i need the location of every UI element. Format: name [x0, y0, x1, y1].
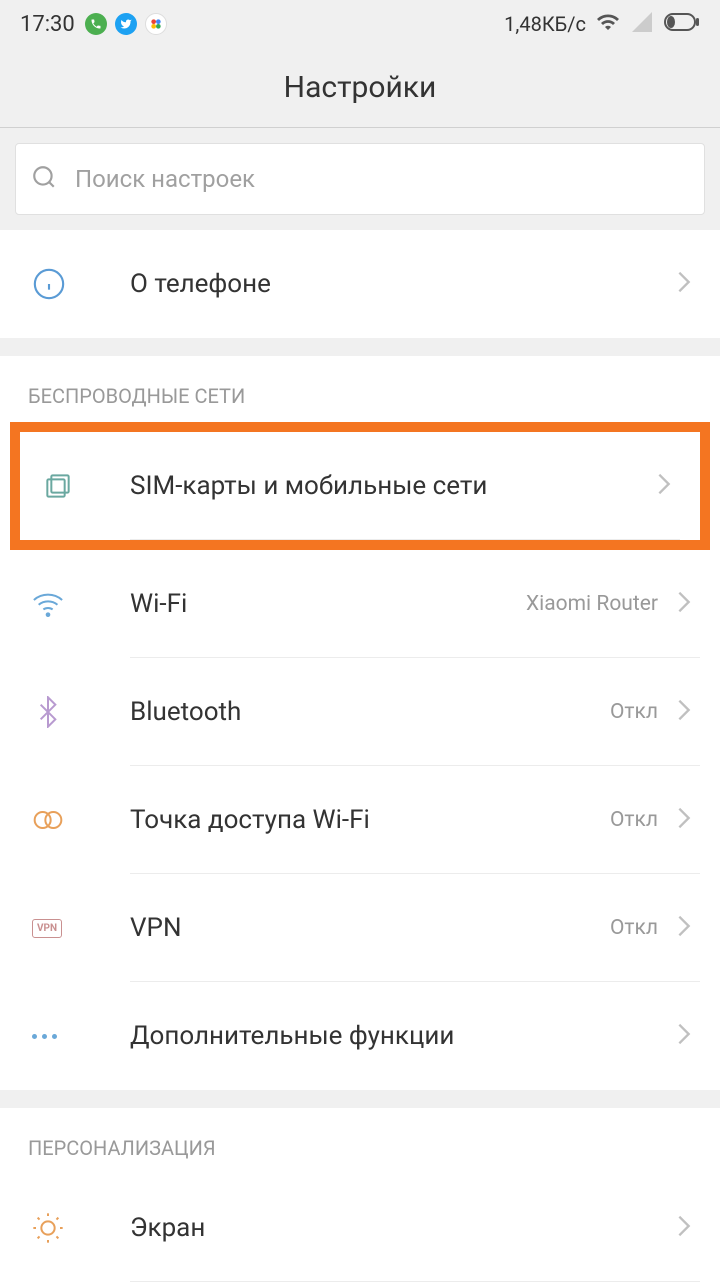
sim-highlight: SIM-карты и мобильные сети: [10, 422, 710, 550]
chevron-right-icon: [676, 1212, 692, 1244]
chevron-right-icon: [676, 912, 692, 944]
vpn-label: VPN: [130, 913, 182, 943]
more-item[interactable]: Дополнительные функции: [0, 982, 720, 1090]
wireless-section-header: БЕСПРОВОДНЫЕ СЕТИ: [0, 356, 720, 422]
info-icon: [20, 267, 130, 301]
display-item[interactable]: Экран: [0, 1174, 720, 1282]
vpn-value: Откл: [610, 916, 658, 940]
chevron-right-icon: [676, 804, 692, 836]
page-title: Настройки: [284, 70, 437, 105]
chevron-right-icon: [676, 268, 692, 300]
wifi-icon: [20, 588, 130, 620]
personalization-section-header: ПЕРСОНАЛИЗАЦИЯ: [0, 1108, 720, 1174]
battery-icon: [664, 13, 700, 35]
hotspot-value: Откл: [610, 808, 658, 832]
sim-label: SIM-карты и мобильные сети: [130, 471, 487, 501]
wifi-label: Wi-Fi: [130, 589, 187, 619]
vpn-item[interactable]: VPN VPN Откл: [0, 874, 720, 982]
wifi-icon: [596, 10, 620, 38]
about-phone-label: О телефоне: [130, 269, 271, 299]
chevron-right-icon: [676, 696, 692, 728]
chevron-right-icon: [676, 588, 692, 620]
data-speed: 1,48КБ/с: [504, 12, 586, 36]
chevron-right-icon: [656, 470, 672, 502]
personalization-section: ПЕРСОНАЛИЗАЦИЯ Экран: [0, 1108, 720, 1282]
search-container: [0, 128, 720, 230]
sim-item[interactable]: SIM-карты и мобильные сети: [20, 432, 700, 540]
search-icon: [31, 164, 57, 194]
app-header: Настройки: [0, 48, 720, 128]
more-label: Дополнительные функции: [130, 1021, 454, 1051]
whatsapp-icon: [85, 13, 107, 35]
bluetooth-icon: [20, 696, 130, 728]
bluetooth-item[interactable]: Bluetooth Откл: [0, 658, 720, 766]
signal-icon: [630, 10, 654, 38]
status-time: 17:30: [20, 12, 75, 37]
status-notification-icons: [85, 13, 167, 35]
bluetooth-value: Откл: [610, 700, 658, 724]
display-icon: [20, 1212, 130, 1244]
sim-icon: [30, 470, 130, 502]
vpn-icon: VPN: [20, 919, 130, 938]
wifi-value: Xiaomi Router: [526, 592, 658, 616]
about-phone-section: О телефоне: [0, 230, 720, 338]
wifi-item[interactable]: Wi-Fi Xiaomi Router: [0, 550, 720, 658]
hotspot-label: Точка доступа Wi-Fi: [130, 805, 370, 835]
status-left: 17:30: [20, 12, 167, 37]
status-right: 1,48КБ/с: [504, 10, 700, 38]
search-box[interactable]: [15, 143, 705, 215]
bluetooth-label: Bluetooth: [130, 697, 241, 727]
more-icon: [20, 1034, 130, 1039]
status-bar: 17:30 1,48КБ/с: [0, 0, 720, 48]
chevron-right-icon: [676, 1020, 692, 1052]
search-input[interactable]: [75, 165, 689, 193]
hotspot-item[interactable]: Точка доступа Wi-Fi Откл: [0, 766, 720, 874]
twitter-icon: [115, 13, 137, 35]
wireless-section: БЕСПРОВОДНЫЕ СЕТИ SIM-карты и мобильные …: [0, 356, 720, 1090]
about-phone-item[interactable]: О телефоне: [0, 230, 720, 338]
hotspot-icon: [20, 804, 130, 836]
app-icon: [145, 13, 167, 35]
display-label: Экран: [130, 1213, 205, 1243]
